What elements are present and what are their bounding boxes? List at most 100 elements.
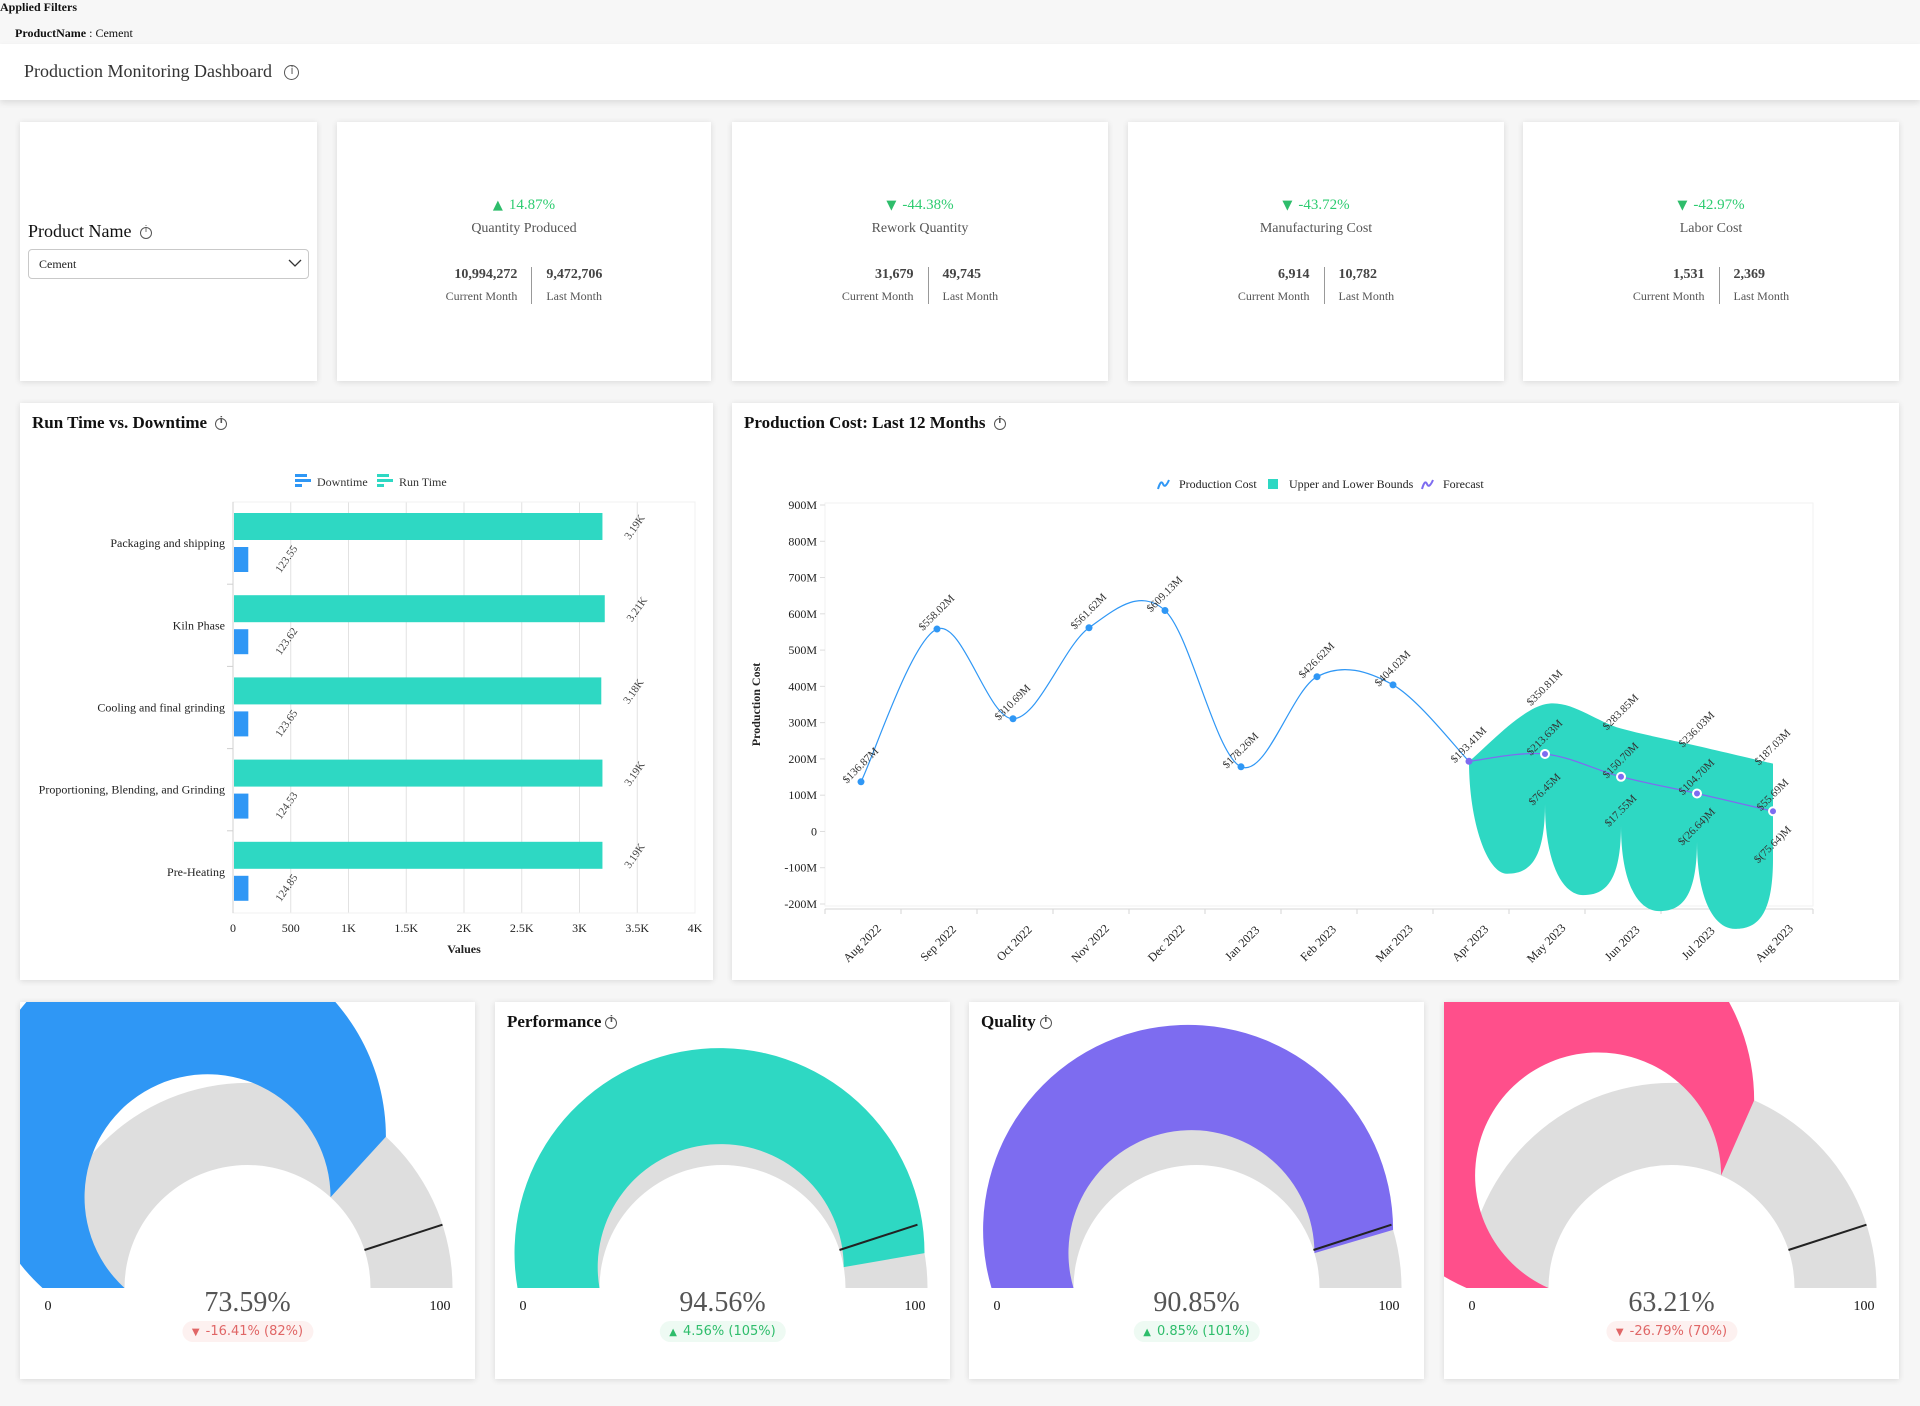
production-cost-point[interactable] bbox=[1161, 607, 1169, 615]
gauge-value: 63.21% bbox=[1628, 1287, 1715, 1318]
y-tick-label: 600M bbox=[788, 607, 817, 621]
x-tick-label: 2.5K bbox=[510, 921, 534, 935]
runtime-data-label: 3.21K bbox=[625, 595, 650, 624]
legend-item-forecast[interactable]: Forecast bbox=[1421, 477, 1484, 491]
page-title-wrap: Production Monitoring Dashboard bbox=[24, 61, 300, 82]
x-axis-title: Values bbox=[447, 942, 481, 956]
applied-filters-bar: Applied Filters ProductName : Cement bbox=[0, 0, 1920, 44]
legend-square-icon bbox=[1268, 479, 1278, 489]
arrow-down-icon: ▼ bbox=[1677, 198, 1688, 213]
kpi-delta-value: -42.97% bbox=[1693, 197, 1745, 213]
kpi-last-value: 10,782 bbox=[1338, 267, 1378, 282]
x-tick-label: 3.5K bbox=[625, 921, 649, 935]
y-tick-label: -200M bbox=[784, 897, 817, 911]
gauge-delta-badge: ▼ -16.41% (82%) bbox=[181, 1321, 314, 1342]
downtime-data-label: 124.53 bbox=[273, 790, 300, 822]
product-name-label: Product Name bbox=[28, 221, 132, 241]
downtime-data-label: 123.62 bbox=[273, 626, 300, 658]
runtime-bar[interactable] bbox=[234, 759, 603, 787]
runtime-bar[interactable] bbox=[234, 841, 603, 869]
kpi-last-label: Last Month bbox=[1338, 289, 1395, 303]
kpi-card-manufacturing-cost: ▼ -43.72% Manufacturing Cost 6,914 Current… bbox=[1128, 122, 1504, 381]
x-tick-label: 1K bbox=[341, 921, 356, 935]
downtime-bar[interactable] bbox=[234, 547, 249, 572]
kpi-delta-value: -44.38% bbox=[902, 197, 954, 213]
x-tick-label: Feb 2023 bbox=[1297, 922, 1339, 964]
info-icon[interactable] bbox=[284, 64, 300, 81]
x-tick-label: Apr 2023 bbox=[1449, 922, 1491, 964]
upper-bound-label: $283.85M bbox=[1601, 692, 1642, 733]
gauge-delta-badge: ▲ 0.85% (101%) bbox=[1133, 1321, 1260, 1342]
upper-bound-label: $236.03M bbox=[1677, 709, 1718, 750]
gauge-delta-badge: ▼ -26.79% (70%) bbox=[1605, 1321, 1738, 1342]
downtime-bar[interactable] bbox=[234, 793, 249, 819]
forecast-point[interactable] bbox=[1768, 806, 1778, 817]
legend-item-downtime[interactable]: Downtime bbox=[295, 474, 368, 489]
legend-item-upper-and-lower-bounds[interactable]: Upper and Lower Bounds bbox=[1268, 477, 1414, 491]
forecast-point[interactable] bbox=[1465, 757, 1473, 765]
production-cost-point[interactable] bbox=[1009, 715, 1017, 723]
y-tick-label: 800M bbox=[788, 534, 817, 548]
production-cost-point[interactable] bbox=[1237, 763, 1245, 771]
category-label: Cooling and final grinding bbox=[97, 701, 225, 715]
production-cost-point[interactable] bbox=[1389, 681, 1397, 689]
applied-filters-title: Applied Filters bbox=[0, 0, 77, 14]
gauge-delta-text: -16.41% (82%) bbox=[205, 1324, 304, 1339]
runtime-data-label: 3.19K bbox=[622, 759, 647, 788]
production-cost-card: Production Cost: Last 12 Months Producti… bbox=[732, 403, 1899, 980]
arrow-up-icon: ▲ bbox=[492, 198, 503, 213]
x-tick-label: Mar 2023 bbox=[1373, 922, 1416, 965]
kpi-last-label: Last Month bbox=[1733, 289, 1790, 303]
production-cost-point[interactable] bbox=[1313, 673, 1321, 681]
forecast-point[interactable] bbox=[1692, 788, 1702, 799]
filter-key: ProductName bbox=[15, 26, 87, 40]
upper-bound-label: $187.03M bbox=[1753, 727, 1794, 768]
gauge-value: 90.85% bbox=[1153, 1287, 1240, 1318]
downtime-bar[interactable] bbox=[234, 875, 249, 901]
runtime-data-label: 3.18K bbox=[621, 677, 646, 706]
runtime-downtime-chart: Downtime Run Time 0 500 1K 1.5K 2K 2.5K 3K 3.5K 4K… bbox=[39, 474, 703, 956]
category-label: Packaging and shipping bbox=[110, 536, 225, 550]
downtime-bar[interactable] bbox=[234, 711, 249, 737]
arrow-down-icon: ▼ bbox=[191, 1327, 200, 1338]
y-tick-label: 500M bbox=[788, 643, 817, 657]
legend-label: Upper and Lower Bounds bbox=[1289, 477, 1414, 491]
x-tick-label: 3K bbox=[572, 921, 587, 935]
arrow-up-icon: ▲ bbox=[1143, 1327, 1151, 1338]
x-tick-label: 500 bbox=[282, 921, 300, 935]
production-cost-point[interactable] bbox=[857, 778, 865, 786]
kpi-last-value: 9,472,706 bbox=[546, 267, 603, 282]
x-tick-label: 4K bbox=[688, 921, 703, 935]
legend-bar-icon bbox=[295, 474, 307, 477]
runtime-data-label: 3.19K bbox=[622, 513, 647, 542]
x-tick-label: 1.5K bbox=[394, 921, 418, 935]
runtime-bar[interactable] bbox=[234, 513, 603, 540]
runtime-bar[interactable] bbox=[234, 677, 602, 705]
gauge-value: 73.59% bbox=[204, 1287, 291, 1318]
info-icon[interactable] bbox=[139, 225, 152, 239]
y-tick-label: -100M bbox=[784, 861, 817, 875]
production-cost-point[interactable] bbox=[1085, 624, 1093, 632]
downtime-bar[interactable] bbox=[234, 629, 249, 655]
x-tick-label: 0 bbox=[230, 921, 236, 935]
legend-item-run-time[interactable]: Run Time bbox=[377, 474, 447, 489]
gauge-track bbox=[1466, 1082, 1877, 1288]
product-name-dropdown[interactable]: Cement bbox=[28, 249, 309, 279]
page-title: Production Monitoring Dashboard bbox=[24, 61, 272, 81]
x-tick-label: Nov 2022 bbox=[1068, 921, 1112, 965]
runtime-bar[interactable] bbox=[234, 595, 605, 623]
forecast-point[interactable] bbox=[1540, 748, 1550, 759]
production-cost-point[interactable] bbox=[933, 625, 941, 633]
kpi-current-value: 10,994,272 bbox=[454, 267, 518, 282]
arrow-down-icon: ▼ bbox=[1615, 1327, 1624, 1338]
forecast-point[interactable] bbox=[1616, 771, 1626, 782]
legend-bar-icon bbox=[377, 484, 384, 487]
chart-legend: Downtime Run Time bbox=[295, 474, 447, 489]
runtime-data-label: 3.19K bbox=[622, 841, 647, 870]
kpi-delta: ▼ -42.97% bbox=[1523, 197, 1899, 214]
legend-label: Downtime bbox=[317, 475, 368, 489]
applied-filter-item[interactable]: ProductName : Cement bbox=[15, 26, 133, 41]
kpi-last-value: 2,369 bbox=[1733, 267, 1766, 282]
dashboard-header: Production Monitoring Dashboard bbox=[0, 44, 1920, 100]
legend-item-production-cost[interactable]: Production Cost bbox=[1157, 477, 1257, 491]
